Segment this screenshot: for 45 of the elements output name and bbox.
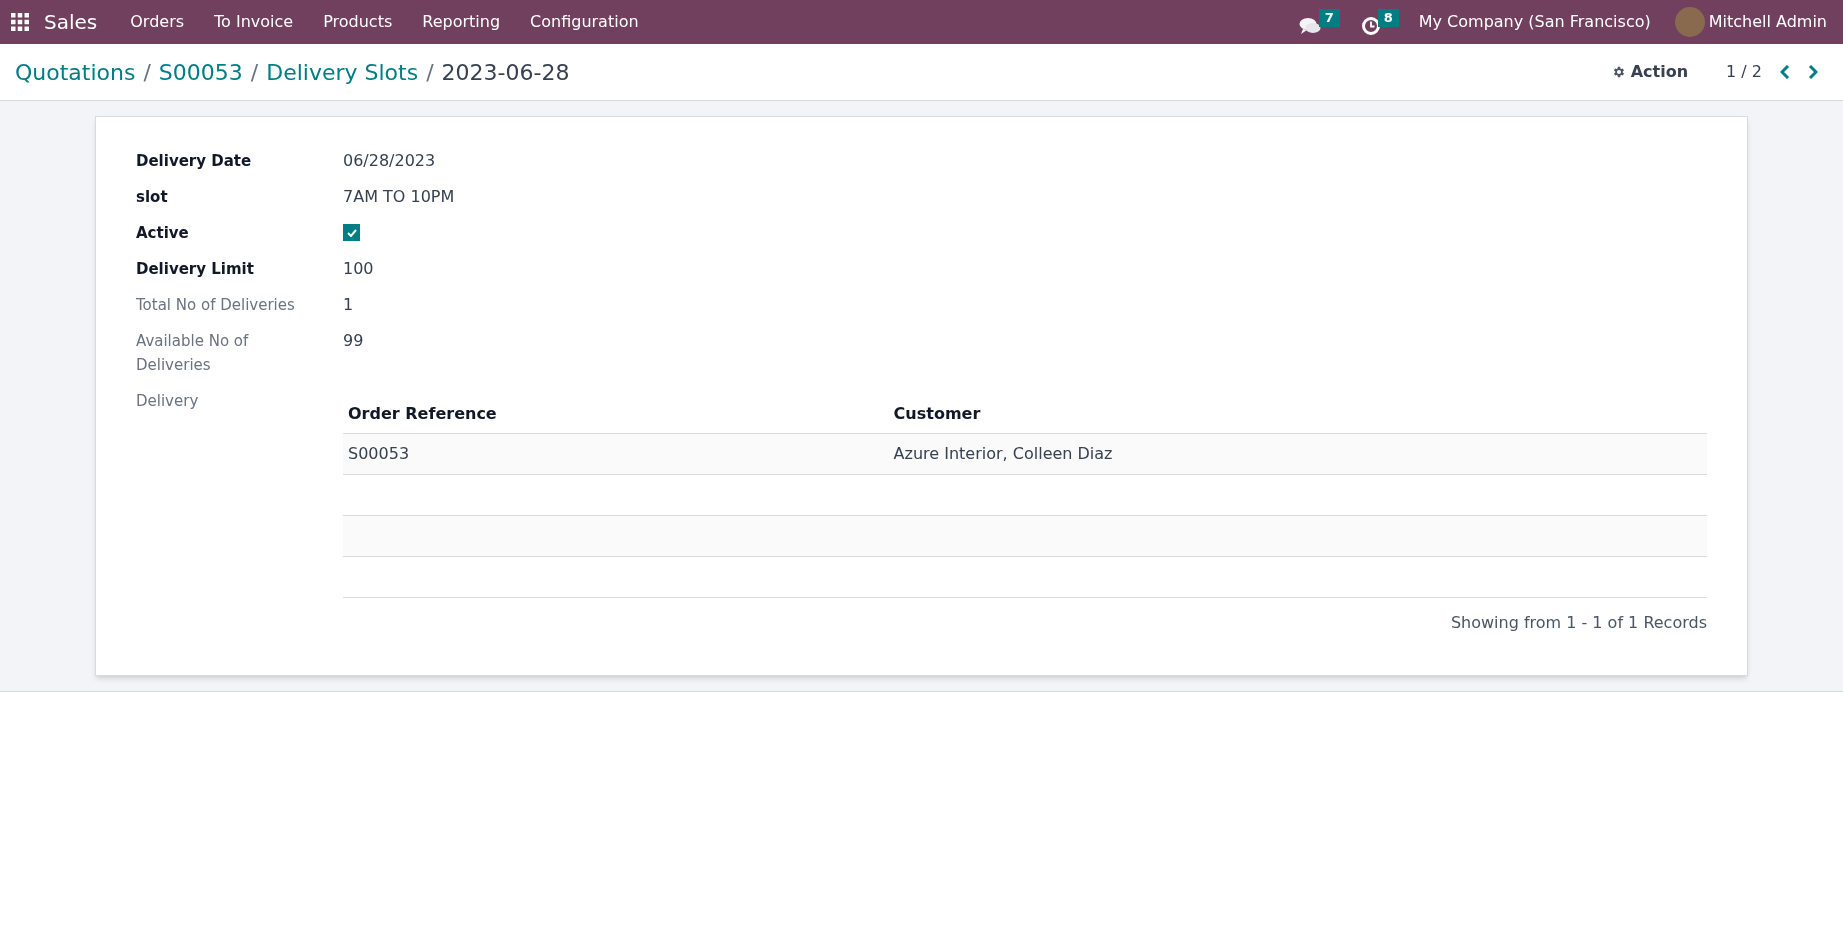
column-header[interactable]: Order Reference — [343, 402, 889, 426]
breadcrumb-link[interactable]: Delivery Slots — [266, 55, 419, 89]
breadcrumb-current: 2023-06-28 — [441, 58, 570, 87]
field-label: slot — [136, 187, 168, 208]
checkmark-icon — [346, 228, 357, 237]
avatar — [1674, 7, 1705, 37]
breadcrumb-separator: / — [143, 58, 151, 87]
field-label: Available No of Deliveries — [136, 331, 250, 376]
breadcrumb-separator: / — [250, 58, 259, 87]
app-name[interactable]: Sales — [42, 7, 100, 37]
field-value: 1 — [343, 295, 354, 314]
field-label: Delivery Date — [136, 151, 252, 172]
field-label: Total No of Deliveries — [136, 295, 295, 316]
messages-button[interactable]: 7 — [1298, 9, 1340, 35]
field-value: 100 — [343, 259, 374, 278]
company-switcher[interactable]: My Company (San Francisco) — [1418, 10, 1651, 34]
gear-icon — [1611, 65, 1626, 79]
column-header[interactable]: Customer — [888, 402, 1707, 426]
activity-count-badge: 8 — [1377, 9, 1399, 27]
user-menu[interactable]: Mitchell Admin — [1674, 7, 1827, 37]
field-value: 99 — [343, 331, 364, 350]
breadcrumb-link[interactable]: Quotations — [15, 55, 136, 89]
menu-item[interactable]: To Invoice — [199, 10, 309, 34]
field-label: Delivery — [136, 391, 199, 412]
table-cell-text: Azure Interior, Colleen Diaz — [892, 443, 1114, 465]
action-button[interactable]: Action — [1611, 60, 1689, 84]
field-value: 7AM TO 10PM — [343, 187, 455, 206]
records-count: Showing from 1 - 1 of 1 Records — [1450, 612, 1707, 634]
table-cell-text: S00053 — [347, 443, 411, 465]
field-label: Active — [136, 223, 189, 244]
activities-button[interactable]: 8 — [1361, 9, 1399, 35]
clock-icon — [1361, 17, 1380, 35]
menu-item[interactable]: Configuration — [515, 10, 654, 34]
chat-icon — [1298, 17, 1321, 35]
pager-value: 1 / 2 — [1726, 61, 1762, 83]
checkbox[interactable] — [343, 224, 360, 241]
field-value: 06/28/2023 — [343, 151, 436, 170]
apps-menu-icon[interactable] — [10, 12, 30, 32]
menu-item[interactable]: Orders — [115, 10, 200, 34]
field-label: Delivery Limit — [136, 259, 254, 280]
breadcrumb-link[interactable]: S00053 — [158, 55, 243, 89]
menu-item[interactable]: Reporting — [407, 10, 516, 34]
menu-item[interactable]: Products — [308, 10, 408, 34]
message-count-badge: 7 — [1318, 9, 1340, 27]
breadcrumb-separator: / — [426, 58, 434, 87]
